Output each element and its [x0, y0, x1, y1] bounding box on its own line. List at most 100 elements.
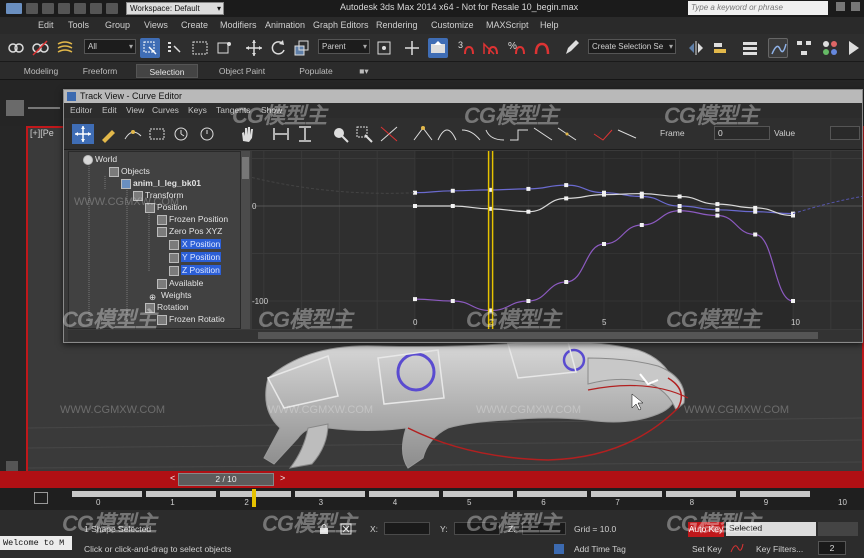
align-icon[interactable]	[710, 38, 730, 58]
tv-menu-curves[interactable]: Curves	[152, 105, 179, 115]
key-filters-button[interactable]: Key Filters...	[756, 542, 803, 556]
zoom-region-icon[interactable]	[354, 124, 376, 144]
trackbar-segment[interactable]	[72, 491, 143, 497]
menu-edit[interactable]: Edit	[38, 20, 54, 30]
spinner-snap-icon[interactable]	[532, 38, 552, 58]
tree-node-object[interactable]: anim_l_leg_bk01	[121, 177, 201, 189]
project-folder-icon[interactable]	[106, 3, 118, 14]
select-manipulate-icon[interactable]	[402, 38, 422, 58]
ribbon-tab-freeform[interactable]: Freeform	[75, 64, 125, 78]
tree-node-available[interactable]: Available	[157, 277, 203, 289]
add-time-tag-button[interactable]: Add Time Tag	[574, 542, 626, 556]
menu-views[interactable]: Views	[144, 20, 168, 30]
named-selection-dropdown[interactable]: Create Selection Se	[588, 39, 676, 54]
tree-node-world[interactable]: World	[83, 153, 117, 165]
percent-snap-icon[interactable]: %	[506, 38, 526, 58]
tv-menu-view[interactable]: View	[126, 105, 144, 115]
x-coordinate-field[interactable]	[384, 522, 430, 535]
search-input[interactable]: Type a keyword or phrase	[688, 1, 828, 15]
current-frame-marker[interactable]	[251, 489, 256, 507]
region-keys-icon[interactable]	[146, 124, 168, 144]
menu-maxscript[interactable]: MAXScript	[486, 20, 529, 30]
minimize-icon[interactable]	[836, 2, 845, 11]
edit-named-selection-icon[interactable]	[562, 38, 582, 58]
menu-graph-editors[interactable]: Graph Editors	[313, 20, 369, 30]
new-file-icon[interactable]	[26, 3, 38, 14]
add-keys-icon[interactable]	[122, 124, 144, 144]
prev-frame-button[interactable]: <	[170, 473, 175, 483]
schematic-view-icon[interactable]	[794, 38, 814, 58]
window-crossing-icon[interactable]	[215, 38, 235, 58]
move-keys-icon[interactable]	[72, 124, 94, 144]
selection-filter-dropdown[interactable]: All	[84, 39, 136, 54]
trackbar-toggle-icon[interactable]	[34, 492, 48, 504]
tree-node-y-position[interactable]: Y Position	[169, 251, 222, 263]
move-icon[interactable]	[244, 38, 264, 58]
maximize-icon[interactable]	[851, 2, 860, 11]
ribbon-collapse-icon[interactable]	[6, 100, 24, 116]
tree-node-zero-pos[interactable]: Zero Pos XYZ	[157, 225, 222, 237]
trackbar-segment[interactable]	[517, 491, 588, 497]
trackbar-segment[interactable]	[739, 491, 810, 497]
tree-scrollbar[interactable]	[241, 151, 250, 329]
isolate-curve-icon[interactable]	[378, 124, 400, 144]
time-tag-icon[interactable]	[554, 544, 564, 554]
menu-animation[interactable]: Animation	[265, 20, 305, 30]
ribbon-tab-selection[interactable]: Selection	[136, 64, 198, 78]
ribbon-options-icon[interactable]: ■▾	[352, 64, 376, 78]
rectangular-selection-icon[interactable]	[190, 38, 210, 58]
ribbon-tab-populate[interactable]: Populate	[288, 64, 344, 78]
tree-node-x-position[interactable]: X Position	[169, 238, 222, 250]
snaps-toggle-icon[interactable]: 3	[456, 38, 476, 58]
select-by-name-icon[interactable]	[164, 38, 184, 58]
bind-spacewarp-icon[interactable]	[55, 38, 75, 58]
set-tangents-spline-icon[interactable]	[436, 124, 458, 144]
tv-menu-edit[interactable]: Edit	[102, 105, 117, 115]
curve-editor-icon[interactable]	[768, 38, 788, 58]
mirror-icon[interactable]	[686, 38, 706, 58]
menu-create[interactable]: Create	[181, 20, 208, 30]
set-tangents-auto-icon[interactable]	[412, 124, 434, 144]
viewport-label[interactable]: [+][Pe	[30, 128, 54, 138]
trackbar-segment[interactable]	[368, 491, 439, 497]
open-file-icon[interactable]	[42, 3, 54, 14]
maxscript-listener[interactable]: Welcome to M	[0, 536, 72, 550]
scale-icon[interactable]	[292, 38, 312, 58]
tree-node-objects[interactable]: Objects	[109, 165, 150, 177]
set-tangents-smooth-icon[interactable]	[556, 124, 578, 144]
trackbar-segment[interactable]	[665, 491, 736, 497]
render-setup-icon[interactable]	[844, 38, 864, 58]
menu-group[interactable]: Group	[105, 20, 130, 30]
time-slider[interactable]: 2 / 10	[178, 473, 274, 486]
draw-curves-icon[interactable]	[98, 124, 120, 144]
tree-node-weights[interactable]: ⊕ Weights	[149, 289, 192, 302]
pivot-center-icon[interactable]	[374, 38, 394, 58]
current-frame-field[interactable]: 2	[818, 541, 846, 555]
keyboard-shortcut-override-icon[interactable]	[428, 38, 448, 58]
ribbon-tab-object-paint[interactable]: Object Paint	[210, 64, 274, 78]
unify-tangents-icon[interactable]	[616, 124, 638, 144]
menu-rendering[interactable]: Rendering	[376, 20, 418, 30]
ribbon-tab-modeling[interactable]: Modeling	[10, 64, 72, 78]
key-tangent-icon[interactable]	[730, 542, 744, 554]
app-menu-icon[interactable]	[6, 3, 22, 14]
rotate-icon[interactable]	[268, 38, 288, 58]
link-icon[interactable]	[6, 38, 26, 58]
menu-modifiers[interactable]: Modifiers	[220, 20, 257, 30]
angle-snap-icon[interactable]	[480, 38, 500, 58]
tree-node-frozen-rotation[interactable]: Frozen Rotatio	[157, 313, 225, 325]
playback-controls[interactable]	[818, 522, 858, 536]
redo-icon[interactable]	[90, 3, 102, 14]
value-field[interactable]	[830, 126, 860, 140]
retime-icon[interactable]	[170, 124, 192, 144]
trackbar-segment[interactable]	[146, 491, 217, 497]
workspace-dropdown[interactable]: Workspace: Default	[126, 2, 224, 15]
save-file-icon[interactable]	[58, 3, 70, 14]
menu-customize[interactable]: Customize	[431, 20, 474, 30]
trackbar-segment[interactable]	[443, 491, 514, 497]
layer-manager-icon[interactable]	[740, 38, 760, 58]
set-key-button[interactable]: Set Key	[692, 542, 722, 556]
reference-coordinate-dropdown[interactable]: Parent	[318, 39, 370, 54]
undo-icon[interactable]	[74, 3, 86, 14]
trackbar-segment[interactable]	[591, 491, 662, 497]
